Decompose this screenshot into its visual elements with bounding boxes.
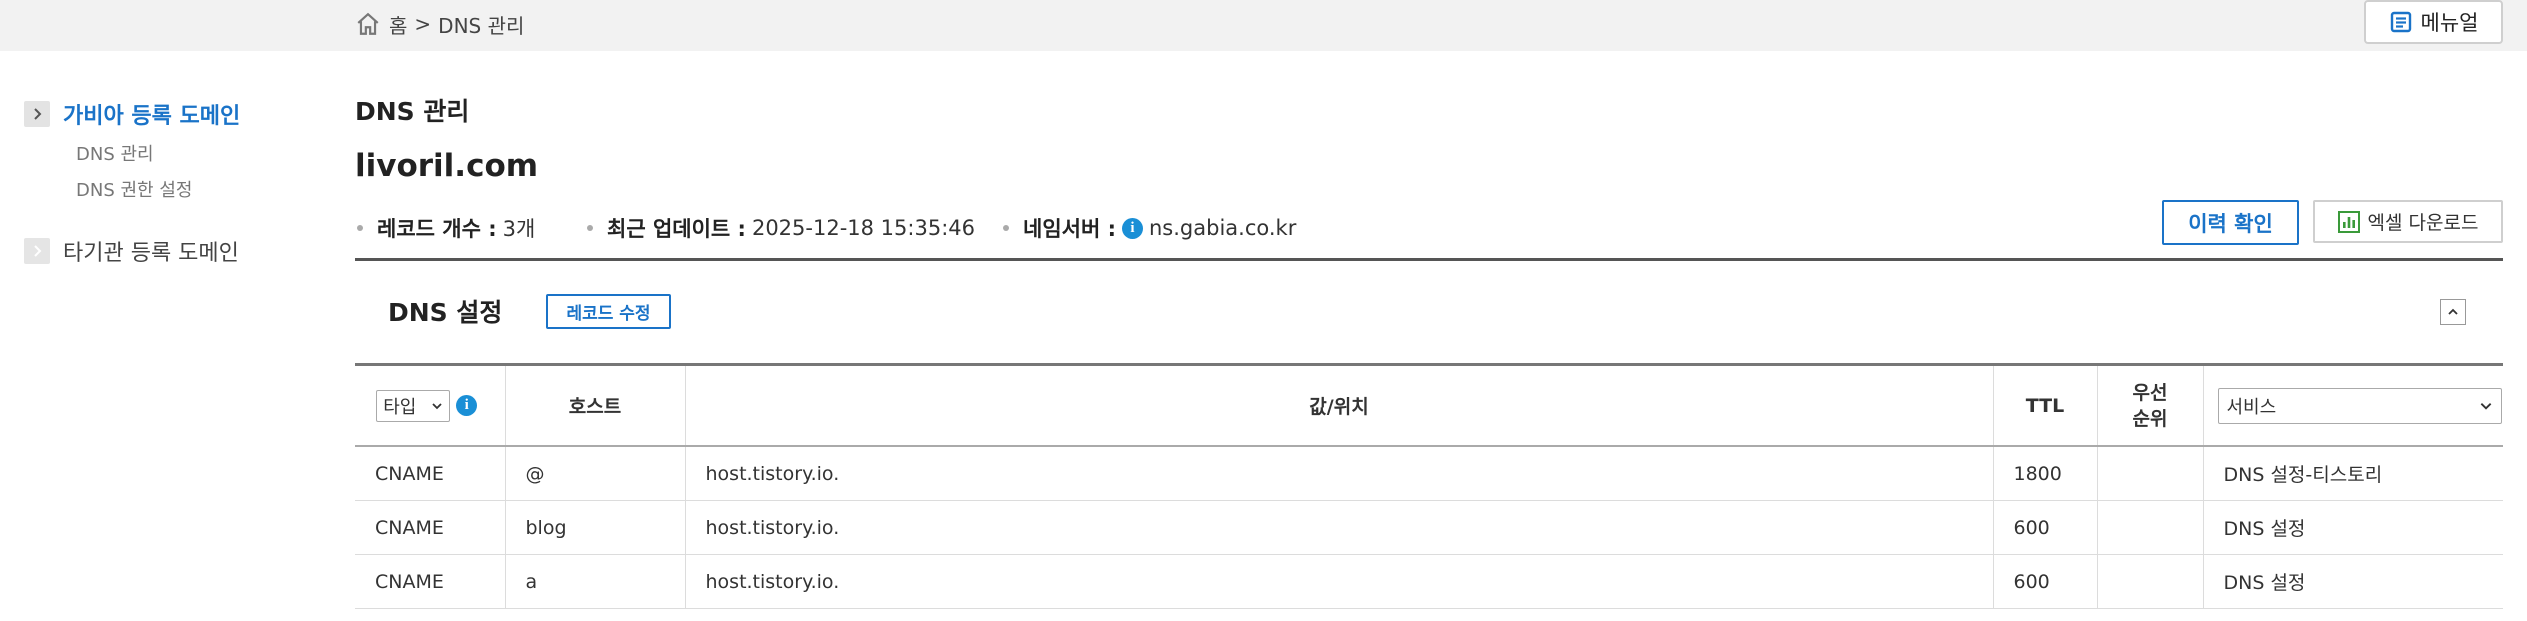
cell-service: DNS 설정: [2203, 554, 2503, 609]
cell-value: host.tistory.io.: [685, 446, 1994, 501]
divider: [355, 258, 2503, 261]
type-select-value: 타입: [383, 396, 417, 418]
cell-host: a: [505, 554, 686, 609]
cell-value: host.tistory.io.: [685, 500, 1994, 555]
cell-type: CNAME: [355, 554, 506, 609]
dns-settings-title: DNS 설정: [388, 298, 503, 327]
excel-chart-icon: [2337, 210, 2360, 233]
dns-records-table: 타입 i 호스트 값/위치 TTL 우선 순위 서비스 CNAME @ host…: [355, 366, 2503, 609]
chevron-down-icon: [432, 402, 442, 409]
updated-value: 2025-12-18 15:35:46: [751, 216, 975, 240]
sidebar-section-other[interactable]: 타기관 등록 도메인: [24, 235, 239, 267]
header-value: 값/위치: [685, 366, 1994, 447]
table-row[interactable]: CNAME a host.tistory.io. 600 DNS 설정: [355, 554, 2503, 609]
nameserver-label: 네임서버 :: [1023, 217, 1116, 241]
header-ttl: TTL: [1993, 366, 2098, 447]
manual-button-label: 메뉴얼: [2420, 11, 2479, 35]
meta-record-count: 레코드 개수 : 3개: [357, 213, 535, 243]
service-select[interactable]: 서비스: [2217, 387, 2502, 424]
type-select[interactable]: 타입: [376, 389, 451, 422]
sidebar-section-label: 가비아 등록 도메인: [63, 104, 241, 129]
info-icon[interactable]: i: [1122, 217, 1143, 239]
header-host: 호스트: [505, 366, 686, 447]
sidebar-item-dns-permission[interactable]: DNS 권한 설정: [76, 176, 192, 202]
service-select-value: 서비스: [2226, 396, 2277, 418]
updated-label: 최근 업데이트 :: [607, 217, 746, 241]
nameserver-value: ns.gabia.co.kr: [1149, 216, 1297, 240]
bullet: [357, 225, 363, 231]
chevron-right-icon: [24, 101, 50, 127]
breadcrumb-separator: >: [414, 12, 432, 36]
cell-priority: [2097, 446, 2204, 501]
sidebar-item-dns-manage[interactable]: DNS 관리: [76, 140, 154, 166]
chevron-right-icon: [24, 238, 50, 264]
history-button[interactable]: 이력 확인: [2162, 200, 2299, 245]
bullet: [1003, 225, 1009, 231]
meta-updated: 최근 업데이트 : 2025-12-18 15:35:46: [587, 213, 975, 243]
cell-host: @: [505, 446, 686, 501]
table-header-row: 타입 i 호스트 값/위치 TTL 우선 순위 서비스: [355, 366, 2503, 447]
table-row[interactable]: CNAME @ host.tistory.io. 1800 DNS 설정-티스토…: [355, 446, 2503, 501]
record-count-label: 레코드 개수 :: [377, 217, 497, 241]
header-service: 서비스: [2203, 366, 2503, 447]
cell-type: CNAME: [355, 500, 506, 555]
cell-service: DNS 설정-티스토리: [2203, 446, 2503, 501]
header-priority: 우선 순위: [2097, 366, 2204, 447]
cell-ttl: 600: [1993, 500, 2098, 555]
breadcrumb-home[interactable]: 홈: [389, 10, 407, 39]
cell-ttl: 1800: [1993, 446, 2098, 501]
top-bar: 홈 > DNS 관리 메뉴얼: [0, 0, 2527, 51]
home-icon[interactable]: [355, 11, 381, 37]
page-title: DNS 관리: [355, 97, 470, 126]
sidebar-section-label: 타기관 등록 도메인: [63, 241, 239, 266]
collapse-button[interactable]: [2440, 299, 2466, 325]
meta-nameserver: 네임서버 : i ns.gabia.co.kr: [1003, 213, 1296, 243]
excel-download-button[interactable]: 엑셀 다운로드: [2313, 200, 2503, 243]
bullet: [587, 225, 593, 231]
header-type: 타입 i: [355, 366, 506, 447]
table-row[interactable]: CNAME blog host.tistory.io. 600 DNS 설정: [355, 500, 2503, 555]
edit-records-button[interactable]: 레코드 수정: [546, 294, 671, 329]
breadcrumb: 홈 > DNS 관리: [355, 9, 524, 39]
cell-ttl: 600: [1993, 554, 2098, 609]
cell-host: blog: [505, 500, 686, 555]
document-icon: [2390, 11, 2411, 33]
info-icon[interactable]: i: [456, 395, 478, 416]
chevron-up-icon: [2448, 308, 2458, 315]
chevron-down-icon: [2480, 402, 2491, 410]
record-count-value: 3개: [502, 217, 536, 241]
sidebar-section-gabia[interactable]: 가비아 등록 도메인: [24, 98, 240, 130]
cell-priority: [2097, 500, 2204, 555]
cell-value: host.tistory.io.: [685, 554, 1994, 609]
excel-download-label: 엑셀 다운로드: [2367, 212, 2479, 234]
cell-priority: [2097, 554, 2204, 609]
manual-button[interactable]: 메뉴얼: [2364, 0, 2503, 44]
domain-name: livoril.com: [355, 148, 539, 184]
cell-service: DNS 설정: [2203, 500, 2503, 555]
cell-type: CNAME: [355, 446, 506, 501]
breadcrumb-current: DNS 관리: [438, 13, 525, 38]
